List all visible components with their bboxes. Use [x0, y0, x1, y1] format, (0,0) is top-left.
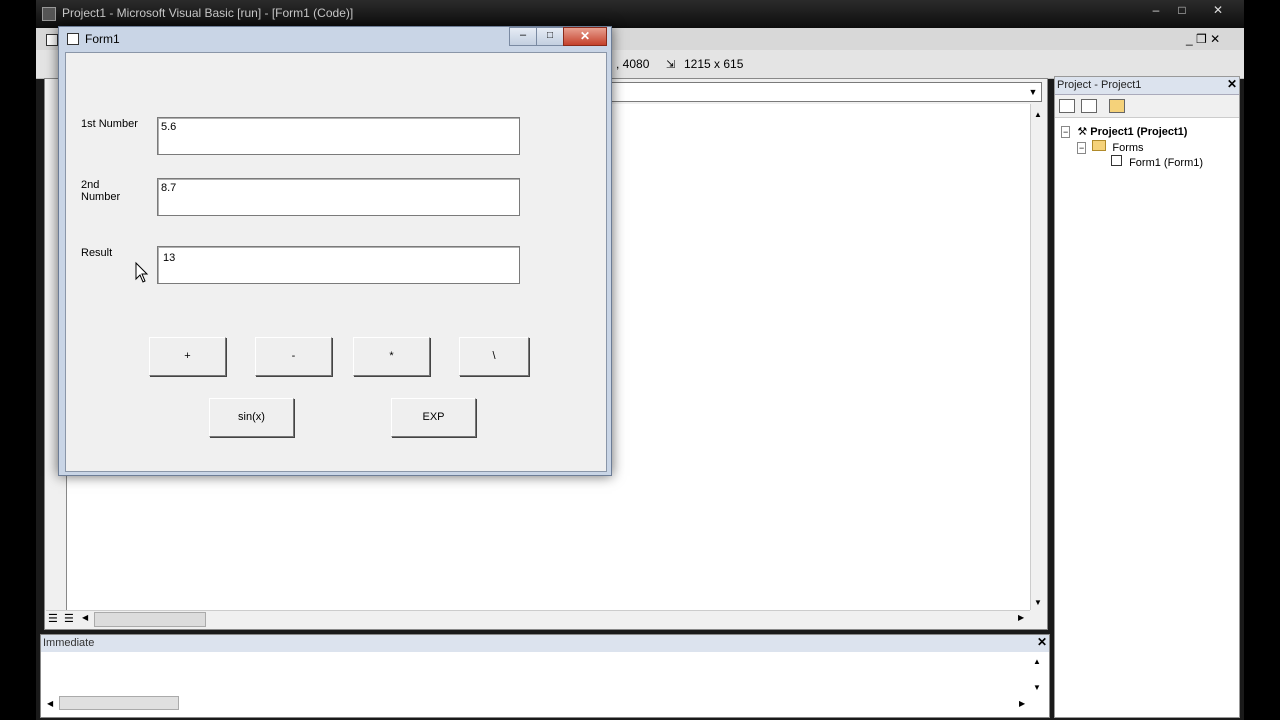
chevron-down-icon[interactable]: ▼: [1025, 83, 1041, 101]
collapse-icon[interactable]: −: [1061, 126, 1071, 138]
second-number-label-line2: Number: [81, 191, 121, 203]
result-field[interactable]: 13: [157, 246, 520, 284]
vb-app-icon: [42, 7, 56, 21]
multiply-button[interactable]: *: [353, 337, 430, 376]
size-icon: ⇲: [666, 59, 676, 71]
collapse-icon[interactable]: −: [1077, 142, 1087, 154]
ide-maximize-button[interactable]: □: [1166, 0, 1198, 20]
procedure-view-icon[interactable]: ☰: [48, 612, 58, 625]
code-vertical-scrollbar[interactable]: ▲ ▼: [1030, 104, 1047, 610]
form1-client-area: 1st Number 5.6 2nd Number 8.7 Result 13 …: [65, 52, 607, 472]
integer-divide-button[interactable]: \: [459, 337, 529, 376]
procedure-dropdown[interactable]: ▼: [606, 82, 1042, 102]
close-icon[interactable]: ✕: [1227, 77, 1237, 91]
scroll-thumb[interactable]: [94, 612, 206, 627]
view-object-icon[interactable]: [1081, 99, 1097, 113]
second-number-field[interactable]: 8.7: [157, 178, 520, 216]
minimize-button[interactable]: –: [509, 27, 537, 46]
subtract-button[interactable]: -: [255, 337, 332, 376]
ide-titlebar[interactable]: Project1 - Microsoft Visual Basic [run] …: [36, 0, 1244, 28]
form1-window: Form1 – □ ✕ 1st Number 5.6 2nd Number 8.…: [58, 26, 612, 476]
folder-icon: [1092, 140, 1107, 151]
first-number-field[interactable]: 5.6: [157, 117, 520, 155]
scroll-down-icon[interactable]: ▼: [1034, 598, 1042, 607]
project-icon: ⚒: [1077, 126, 1088, 138]
scroll-up-icon[interactable]: ▲: [1034, 110, 1042, 119]
project-explorer: Project - Project1 ✕ − ⚒ Project1 (Proje…: [1054, 76, 1240, 718]
ide-title: Project1 - Microsoft Visual Basic [run] …: [62, 6, 354, 20]
view-code-icon[interactable]: [1059, 99, 1075, 113]
scroll-thumb[interactable]: [59, 696, 179, 710]
maximize-button[interactable]: □: [536, 27, 564, 46]
tree-item-form1[interactable]: Form1 (Form1): [1111, 155, 1203, 169]
scroll-left-icon[interactable]: ◀: [47, 699, 53, 708]
position-readout: , 4080: [616, 57, 650, 71]
second-number-label-line1: 2nd: [81, 179, 100, 191]
scroll-right-icon[interactable]: ▶: [1019, 699, 1025, 708]
mouse-cursor-icon: [135, 261, 149, 283]
project-explorer-header: Project - Project1 ✕: [1055, 77, 1239, 95]
immediate-window-header: Immediate ✕: [41, 635, 1049, 652]
immediate-window[interactable]: Immediate ✕ ▲ ▼ ◀ ▶: [40, 634, 1050, 718]
tree-item-label: Project1 (Project1): [1090, 126, 1188, 138]
tree-item-label: Form1 (Form1): [1129, 157, 1204, 169]
result-label: Result: [81, 247, 113, 259]
code-horizontal-scrollbar[interactable]: ☰ ☰ ◀ ▶: [46, 610, 1030, 627]
close-button[interactable]: ✕: [563, 27, 607, 46]
code-window-icon: [46, 34, 58, 46]
scroll-up-icon[interactable]: ▲: [1033, 657, 1041, 666]
tree-item-label: Forms: [1112, 142, 1144, 154]
scroll-left-icon[interactable]: ◀: [82, 613, 88, 622]
tree-item-project1[interactable]: − ⚒ Project1 (Project1): [1061, 125, 1187, 138]
toggle-folders-icon[interactable]: [1109, 99, 1125, 113]
sin-button[interactable]: sin(x): [209, 398, 294, 437]
size-readout: 1215 x 615: [684, 57, 744, 71]
scroll-right-icon[interactable]: ▶: [1018, 613, 1024, 622]
form-icon: [1111, 155, 1122, 166]
add-button[interactable]: +: [149, 337, 226, 376]
mdi-window-buttons[interactable]: _ ❒ ✕: [1186, 32, 1238, 48]
close-icon[interactable]: ✕: [1037, 635, 1047, 649]
ide-close-button[interactable]: ✕: [1202, 0, 1234, 20]
full-module-view-icon[interactable]: ☰: [64, 612, 74, 625]
immediate-window-title: Immediate: [43, 637, 95, 649]
scroll-down-icon[interactable]: ▼: [1033, 683, 1041, 692]
project-explorer-title: Project - Project1: [1057, 79, 1142, 91]
first-number-label: 1st Number: [81, 118, 138, 130]
form1-title: Form1: [85, 32, 120, 46]
project-explorer-toolbar: [1055, 95, 1239, 118]
form-icon: [67, 33, 79, 45]
exp-button[interactable]: EXP: [391, 398, 476, 437]
tree-item-forms[interactable]: − Forms: [1077, 140, 1144, 154]
form1-titlebar[interactable]: Form1 – □ ✕: [59, 27, 611, 51]
